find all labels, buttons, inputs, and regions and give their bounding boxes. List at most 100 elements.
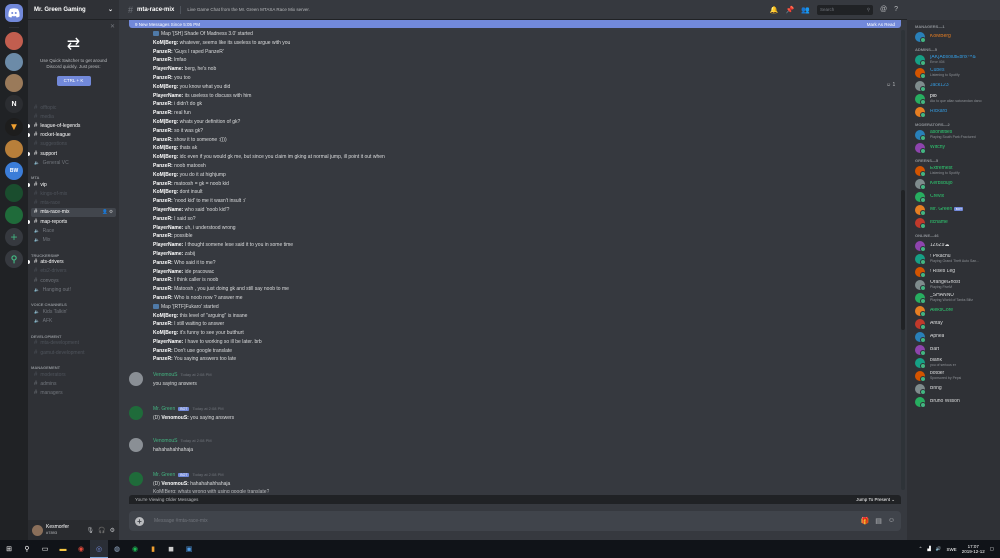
server-logo[interactable]: ▼ xyxy=(5,118,23,136)
server-avatar[interactable] xyxy=(5,32,23,50)
member-item[interactable]: pio Ato to que allan saturandan dano xyxy=(907,92,1000,105)
members-icon[interactable]: 👥 xyxy=(801,6,810,14)
message-author[interactable]: Mr. Green xyxy=(153,406,175,412)
member-item[interactable]: blank you of serious er xyxy=(907,356,1000,369)
pin-icon[interactable]: 📌 xyxy=(786,6,795,14)
message-author[interactable]: VenomouS xyxy=(153,438,177,444)
server-avatar[interactable] xyxy=(5,53,23,71)
voice-channel[interactable]: 🔈 Race xyxy=(28,226,119,235)
text-channel[interactable]: # support xyxy=(28,149,119,158)
member-item[interactable]: Antay xyxy=(907,317,1000,330)
chrome-icon[interactable]: ◉ xyxy=(72,540,90,558)
network-icon[interactable]: ▟ xyxy=(927,546,930,552)
mr-green-server[interactable] xyxy=(5,184,23,202)
tray-arrow-icon[interactable]: ⌃ xyxy=(919,546,923,552)
file-explorer-icon[interactable]: ▬ xyxy=(54,540,72,558)
scrollbar[interactable] xyxy=(901,30,905,490)
channel-category[interactable]: MTA xyxy=(28,171,119,180)
server-avatar[interactable] xyxy=(5,206,23,224)
task-view-icon[interactable]: ▭ xyxy=(36,540,54,558)
channel-category[interactable]: TRUCKERSMP xyxy=(28,249,119,258)
avatar[interactable] xyxy=(129,372,143,386)
server-avatar[interactable] xyxy=(5,140,23,158)
app-icon[interactable]: ▮ xyxy=(144,540,162,558)
member-item[interactable]: Jack123 xyxy=(907,79,1000,92)
text-channel[interactable]: # moderators xyxy=(28,370,119,379)
member-item[interactable]: Kerbsdujo xyxy=(907,177,1000,190)
message-author[interactable]: VenomouS xyxy=(153,372,177,378)
text-channel[interactable]: # mta-race xyxy=(28,199,119,208)
text-channel[interactable]: # admins xyxy=(28,379,119,388)
language-indicator[interactable]: SWE xyxy=(946,547,956,552)
text-channel[interactable]: # offtopic xyxy=(28,103,119,112)
text-channel[interactable]: # map-reports xyxy=(28,217,119,226)
discord-home-icon[interactable] xyxy=(5,4,23,22)
text-channel[interactable]: # league-of-legends xyxy=(28,121,119,130)
server-initial[interactable]: N xyxy=(5,95,23,113)
member-item[interactable]: Crevix xyxy=(907,190,1000,203)
bell-icon[interactable]: 🔔 xyxy=(770,6,779,14)
text-channel[interactable]: # managers xyxy=(28,389,119,398)
avatar[interactable] xyxy=(32,524,43,536)
member-item[interactable]: 1Z6Z9☁ xyxy=(907,239,1000,252)
voice-channel[interactable]: 🔈 AFK xyxy=(28,317,119,326)
avatar[interactable] xyxy=(129,438,143,452)
server-avatar[interactable] xyxy=(5,74,23,92)
add-server-icon[interactable]: + xyxy=(5,228,23,246)
gift-icon[interactable]: 🎁 xyxy=(861,517,870,525)
microphone-icon[interactable]: 🎙 xyxy=(87,527,95,534)
text-channel[interactable]: # kings-of-mix xyxy=(28,190,119,199)
upload-button[interactable]: + xyxy=(135,516,144,526)
app-icon[interactable]: ◼ xyxy=(162,540,180,558)
member-item[interactable]: Bart xyxy=(907,343,1000,356)
member-item[interactable]: Apnea xyxy=(907,330,1000,343)
close-icon[interactable]: ✕ xyxy=(110,23,115,30)
text-channel[interactable]: # gamut-development xyxy=(28,348,119,357)
notification-icon[interactable]: ▢ xyxy=(990,546,994,552)
text-channel[interactable]: # suggestions xyxy=(28,140,119,149)
member-item[interactable]: Itchame xyxy=(907,216,1000,229)
text-channel[interactable]: # mta-race-mix 👤 ⚙ xyxy=(31,207,116,218)
message-author[interactable]: Mr. Green xyxy=(153,472,175,478)
avatar[interactable] xyxy=(129,406,143,420)
member-item[interactable]: Rickard xyxy=(907,105,1000,118)
member-item[interactable]: Witchy xyxy=(907,141,1000,154)
gif-icon[interactable]: ▤ xyxy=(875,517,882,525)
member-item[interactable]: KoMBerg xyxy=(907,30,1000,43)
quick-switcher-shortcut[interactable]: CTRL + K xyxy=(56,76,91,86)
clock[interactable]: 17:07 2019-12-12 xyxy=(962,544,985,554)
at-icon[interactable]: @ xyxy=(880,6,887,13)
member-item[interactable]: ! Rises Leg xyxy=(907,265,1000,278)
member-item[interactable]: Mr. Green BOT xyxy=(907,203,1000,216)
channel-category[interactable]: DEVELOPMENT xyxy=(28,330,119,339)
app-icon[interactable]: ▣ xyxy=(180,540,198,558)
search-input[interactable]: Search ⚲ xyxy=(816,4,873,15)
member-item[interactable]: asonitities Playing South Park:Fractured xyxy=(907,128,1000,141)
avatar[interactable] xyxy=(129,472,143,486)
server-header[interactable]: Mr. Green Gaming ⌄ xyxy=(28,0,119,20)
text-channel[interactable]: # vip xyxy=(28,180,119,189)
headphones-icon[interactable]: 🎧 xyxy=(98,527,105,534)
gear-icon[interactable]: ⚙ xyxy=(110,527,115,534)
member-item[interactable]: OrangeGhost Playing FiveM xyxy=(907,278,1000,291)
windows-start-icon[interactable]: ⊞ xyxy=(0,540,18,558)
channel-settings-icon[interactable]: 👤 ⚙ xyxy=(102,209,113,215)
text-channel[interactable]: # rocket-league xyxy=(28,131,119,140)
member-item[interactable]: [AK]AbsolutEbrix™& Error 404 xyxy=(907,53,1000,66)
help-icon[interactable]: ? xyxy=(894,6,898,13)
text-channel[interactable]: # media xyxy=(28,112,119,121)
voice-channel[interactable]: 🔈 Mix xyxy=(28,235,119,244)
jump-to-present-button[interactable]: Jump To Present ⌄ xyxy=(856,497,895,503)
member-item[interactable]: ! Pikachu Playing Grand Theft Auto San... xyxy=(907,252,1000,265)
reaction-button[interactable]: ☺ 1 xyxy=(886,82,895,88)
search-icon[interactable]: ⚲ xyxy=(18,540,36,558)
explore-servers-icon[interactable]: ⚲ xyxy=(5,250,23,268)
message-input[interactable] xyxy=(154,518,861,524)
member-item[interactable]: botder Sponsored by Pepsi xyxy=(907,369,1000,382)
volume-icon[interactable]: 🔊 xyxy=(936,546,942,552)
member-item[interactable]: Cubes Listening to Spotify xyxy=(907,66,1000,79)
voice-channel[interactable]: 🔈 Kids Talkin' xyxy=(28,307,119,316)
channel-category[interactable]: MANAGEMENT xyxy=(28,361,119,370)
emoji-icon[interactable]: ☺ xyxy=(888,517,895,525)
steam-icon[interactable]: ◍ xyxy=(108,540,126,558)
